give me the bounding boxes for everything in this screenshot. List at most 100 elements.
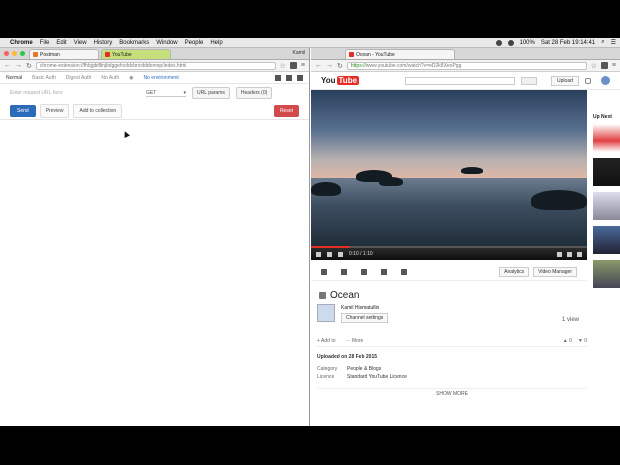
meta-value[interactable]: People & Blogs bbox=[347, 366, 381, 372]
url-params-button[interactable]: URL params bbox=[192, 87, 230, 99]
headers-button[interactable]: Headers (0) bbox=[235, 87, 273, 99]
environment-select[interactable]: No environment bbox=[144, 75, 179, 81]
back-icon[interactable]: ← bbox=[315, 62, 322, 69]
search-input[interactable] bbox=[405, 76, 516, 85]
add-to-button[interactable]: + Add to bbox=[317, 338, 336, 344]
extension-icon[interactable] bbox=[289, 62, 297, 69]
settings-icon[interactable] bbox=[297, 74, 303, 81]
reset-button[interactable]: Reset bbox=[273, 104, 299, 117]
bell-icon[interactable] bbox=[584, 77, 591, 84]
tab-title: Postman bbox=[40, 51, 60, 58]
edit-icon[interactable] bbox=[321, 268, 327, 275]
fullscreen-icon[interactable] bbox=[577, 251, 582, 257]
bookmark-star-icon[interactable]: ☆ bbox=[280, 62, 286, 70]
youtube-logo[interactable]: You Tube bbox=[321, 76, 360, 85]
channel-avatar[interactable] bbox=[317, 304, 335, 322]
clock-label[interactable]: Sat 28 Feb 19:14:41 bbox=[541, 40, 595, 46]
video-thumbnail[interactable] bbox=[593, 260, 620, 288]
reload-icon[interactable]: ↻ bbox=[337, 62, 343, 70]
notification-icon[interactable]: ☰ bbox=[611, 39, 616, 46]
meta-key: Category bbox=[317, 366, 338, 372]
profile-name[interactable]: Kamil bbox=[292, 50, 305, 56]
url-scheme: https:// bbox=[350, 62, 366, 69]
video-manager-button[interactable]: Video Manager bbox=[533, 266, 577, 277]
menu-history[interactable]: History bbox=[94, 40, 113, 46]
url-input[interactable]: https://www.youtube.com/watch?v=eD2k8Xeo… bbox=[346, 61, 587, 70]
show-more-button[interactable]: SHOW MORE bbox=[317, 388, 587, 397]
postman-auth-tabs: Normal Basic Auth Digest Auth No Auth ◉ … bbox=[0, 72, 309, 84]
menu-help[interactable]: Help bbox=[210, 40, 222, 46]
video-description: Uploaded on 28 Feb 2015 Category People … bbox=[317, 354, 587, 397]
video-player[interactable]: 0:10 / 1:10 bbox=[311, 90, 587, 260]
send-button[interactable]: Send bbox=[10, 104, 36, 117]
captions-icon[interactable] bbox=[401, 268, 407, 275]
video-thumbnail[interactable] bbox=[593, 158, 620, 186]
postman-window: Postman YouTube Kamil ← → ↻ chrome-exten… bbox=[0, 48, 310, 426]
url-input[interactable]: chrome-extension://fhbjgbiflinjbdggehcdd… bbox=[35, 61, 276, 70]
twitter-icon[interactable] bbox=[286, 74, 292, 81]
menu-window[interactable]: Window bbox=[156, 40, 177, 46]
analytics-button[interactable]: Analytics bbox=[499, 266, 530, 277]
theater-icon[interactable] bbox=[567, 251, 572, 257]
channel-info: Kamil Hismatullin Channel settings 1 vie… bbox=[317, 304, 587, 332]
extension-icon[interactable] bbox=[600, 62, 608, 69]
tab-normal[interactable]: Normal bbox=[6, 75, 22, 81]
tab-postman[interactable]: Postman bbox=[29, 49, 99, 59]
close-window-button[interactable] bbox=[4, 51, 9, 56]
audio-icon[interactable] bbox=[361, 268, 367, 275]
menu-edit[interactable]: Edit bbox=[56, 40, 66, 46]
forward-icon[interactable]: → bbox=[326, 62, 333, 69]
video-thumbnail[interactable] bbox=[593, 192, 620, 220]
minimize-window-button[interactable] bbox=[12, 51, 17, 56]
next-icon[interactable] bbox=[327, 251, 332, 257]
settings-icon[interactable] bbox=[557, 251, 562, 257]
tab-basic-auth[interactable]: Basic Auth bbox=[32, 75, 56, 81]
tab-youtube[interactable]: YouTube bbox=[101, 49, 171, 59]
zoom-window-button[interactable] bbox=[20, 51, 25, 56]
upload-button[interactable]: Upload bbox=[551, 75, 579, 86]
search-icon[interactable]: ⌕ bbox=[601, 39, 604, 46]
reload-icon[interactable]: ↻ bbox=[26, 62, 32, 70]
add-to-collection-button[interactable]: Add to collection bbox=[73, 103, 123, 118]
more-label: More bbox=[351, 337, 364, 344]
video-title: Ocean bbox=[319, 290, 359, 301]
like-button[interactable]: ▲ 0 bbox=[563, 338, 572, 344]
menu-view[interactable]: View bbox=[74, 40, 87, 46]
dislike-button[interactable]: ▼ 0 bbox=[578, 338, 587, 344]
menu-icon[interactable]: ≡ bbox=[301, 62, 305, 69]
avatar[interactable] bbox=[601, 76, 610, 85]
search-button[interactable] bbox=[521, 76, 538, 85]
wifi-icon[interactable] bbox=[507, 39, 514, 46]
menu-people[interactable]: People bbox=[185, 40, 204, 46]
menu-app[interactable]: Chrome bbox=[10, 40, 33, 46]
meta-key: Licence bbox=[317, 374, 335, 380]
published-date: Uploaded on 28 Feb 2015 bbox=[317, 354, 378, 360]
bookmark-star-icon[interactable]: ☆ bbox=[591, 62, 597, 70]
battery-label[interactable]: 100% bbox=[520, 40, 535, 46]
more-button[interactable]: ··· More bbox=[346, 338, 364, 344]
video-thumbnail[interactable] bbox=[593, 124, 620, 152]
request-url-input[interactable]: Enter request URL here bbox=[10, 90, 140, 96]
keyboard-icon[interactable] bbox=[275, 74, 281, 81]
tab-no-auth[interactable]: No Auth bbox=[101, 75, 119, 81]
tab-ocean-youtube[interactable]: Ocean - YouTube bbox=[345, 49, 455, 59]
eye-icon[interactable]: ◉ bbox=[129, 75, 133, 81]
volume-icon[interactable] bbox=[338, 251, 343, 257]
forward-icon[interactable]: → bbox=[15, 62, 22, 69]
enhance-icon[interactable] bbox=[341, 268, 347, 275]
mac-menubar: Chrome File Edit View History Bookmarks … bbox=[0, 38, 620, 48]
channel-name[interactable]: Kamil Hismatullin bbox=[341, 305, 379, 311]
play-icon[interactable] bbox=[316, 251, 321, 257]
dropbox-icon[interactable] bbox=[495, 39, 502, 46]
menu-icon[interactable]: ≡ bbox=[612, 62, 616, 69]
meta-row: Licence Standard YouTube Licence bbox=[317, 374, 587, 380]
video-thumbnail[interactable] bbox=[593, 226, 620, 254]
method-select[interactable]: GET ▾ bbox=[146, 90, 186, 97]
menu-bookmarks[interactable]: Bookmarks bbox=[119, 40, 149, 46]
channel-settings-button[interactable]: Channel settings bbox=[341, 313, 389, 323]
tab-digest-auth[interactable]: Digest Auth bbox=[66, 75, 92, 81]
preview-button[interactable]: Preview bbox=[39, 103, 70, 118]
menu-file[interactable]: File bbox=[40, 40, 50, 46]
back-icon[interactable]: ← bbox=[4, 62, 11, 69]
annotations-icon[interactable] bbox=[381, 268, 387, 275]
